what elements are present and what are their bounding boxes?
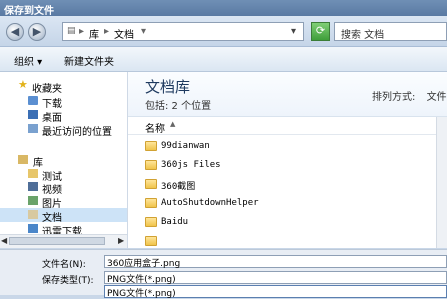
video-icon	[28, 182, 38, 191]
file-name: 360js Files	[161, 160, 221, 170]
sidebar-item-recent[interactable]: 最近访问的位置	[0, 122, 127, 138]
search-input[interactable]: 搜索 文档	[334, 22, 447, 41]
sidebar-item-documents[interactable]: 文档	[0, 208, 127, 224]
save-type-value: PNG文件(*.png)	[107, 275, 176, 285]
scroll-left-icon[interactable]: ◀	[1, 236, 7, 245]
file-name: 99dianwan	[161, 141, 210, 151]
library-header: 文档库 包括: 2 个位置 排列方式: 文件夹	[128, 72, 447, 117]
sort-ascending-icon: ▲	[170, 120, 176, 128]
organize-button[interactable]: 组织 ▾	[14, 53, 42, 68]
star-icon: ★	[18, 78, 28, 91]
save-type-option[interactable]: PNG文件(*.png)	[104, 285, 447, 299]
navigation-bar: ◀ ▶ ▤ ▸ 库 ▸ 文档 ▾ ▾ ⟳ 搜索 文档	[0, 16, 447, 47]
list-item[interactable]: 99dianwan	[128, 138, 447, 157]
save-type-select[interactable]: PNG文件(*.png)	[104, 271, 447, 285]
file-list-pane: 文档库 包括: 2 个位置 排列方式: 文件夹 名称 ▲ 99dianwan 3…	[128, 72, 447, 248]
breadcrumb-dropdown-icon[interactable]: ▾	[141, 26, 146, 37]
breadcrumb-library[interactable]: 库	[89, 26, 99, 41]
list-item[interactable]	[128, 233, 447, 248]
sidebar-item-label: 收藏夹	[32, 84, 62, 95]
sidebar-item-desktop[interactable]: 桌面	[0, 108, 127, 124]
recent-places-icon	[28, 124, 38, 133]
command-toolbar: 组织 ▾ 新建文件夹	[0, 47, 447, 72]
sidebar-item-test[interactable]: 测试	[0, 167, 127, 183]
folder-icon	[145, 236, 157, 246]
sidebar-item-libraries[interactable]: 库	[0, 153, 127, 169]
list-item[interactable]: 360截图	[128, 176, 447, 195]
filename-input[interactable]: 360应用盒子.png	[104, 255, 447, 269]
breadcrumb-documents[interactable]: 文档	[114, 26, 134, 41]
folder-icon	[145, 198, 157, 208]
scrollbar-thumb[interactable]	[9, 237, 105, 245]
desktop-icon	[28, 110, 38, 119]
save-options: 文件名(N): 360应用盒子.png 保存类型(T): PNG文件(*.png…	[0, 249, 447, 299]
file-name: 360截图	[161, 182, 196, 192]
file-name: Baidu	[161, 217, 189, 227]
folder-icon	[145, 141, 157, 151]
column-header: 名称 ▲	[128, 117, 447, 135]
library-subtitle: 包括: 2 个位置	[145, 101, 212, 112]
new-folder-button[interactable]: 新建文件夹	[64, 53, 114, 68]
refresh-button[interactable]: ⟳	[311, 22, 330, 41]
filename-value: 360应用盒子.png	[107, 259, 181, 269]
library-title: 文档库	[145, 78, 191, 96]
thunder-download-icon	[28, 224, 38, 233]
back-button[interactable]: ◀	[6, 23, 24, 41]
window-title: 保存到文件	[4, 6, 54, 17]
location-icon: ▤	[67, 26, 76, 36]
sidebar-item-label: 最近访问的位置	[42, 127, 112, 138]
arrange-by: 排列方式: 文件夹	[372, 88, 447, 103]
pictures-icon	[28, 196, 38, 205]
list-item[interactable]: Baidu	[128, 214, 447, 233]
scroll-right-icon[interactable]: ▶	[118, 236, 124, 245]
documents-icon	[28, 210, 38, 219]
sidebar-item-pictures[interactable]: 图片	[0, 194, 127, 210]
forward-button[interactable]: ▶	[28, 23, 46, 41]
arrange-value[interactable]: 文件夹	[427, 92, 447, 103]
list-item[interactable]: AutoShutdownHelper	[128, 195, 447, 214]
library-folder-icon	[28, 169, 38, 178]
vertical-scrollbar[interactable]	[436, 117, 447, 248]
breadcrumb-separator-icon: ▸	[79, 26, 85, 37]
column-name[interactable]: 名称	[145, 120, 165, 135]
folder-icon	[145, 179, 157, 189]
save-type-label: 保存类型(T):	[42, 276, 94, 286]
sidebar-item-videos[interactable]: 视频	[0, 180, 127, 196]
navigation-pane: ★ 收藏夹 下载 桌面 最近访问的位置 库 测试 视频 图片 文档 迅雷下载 音…	[0, 72, 128, 248]
sidebar-item-favorites[interactable]: ★ 收藏夹	[0, 78, 127, 95]
folder-icon	[145, 160, 157, 170]
save-type-option-label: PNG文件(*.png)	[107, 289, 176, 299]
address-dropdown-icon[interactable]: ▾	[291, 26, 296, 37]
list-item[interactable]: 360js Files	[128, 157, 447, 176]
filename-label: 文件名(N):	[42, 260, 86, 270]
horizontal-scrollbar[interactable]: ◀ ▶	[0, 234, 127, 248]
download-folder-icon	[28, 96, 38, 105]
folder-icon	[145, 217, 157, 227]
arrange-label: 排列方式:	[372, 92, 416, 103]
address-bar[interactable]: ▤ ▸ 库 ▸ 文档 ▾ ▾	[62, 22, 304, 41]
sidebar-item-downloads[interactable]: 下载	[0, 94, 127, 110]
breadcrumb-separator-icon: ▸	[104, 26, 110, 37]
title-bar: 保存到文件	[0, 0, 447, 17]
file-name: AutoShutdownHelper	[161, 198, 259, 208]
library-icon	[18, 155, 28, 164]
search-placeholder: 搜索 文档	[341, 30, 385, 41]
